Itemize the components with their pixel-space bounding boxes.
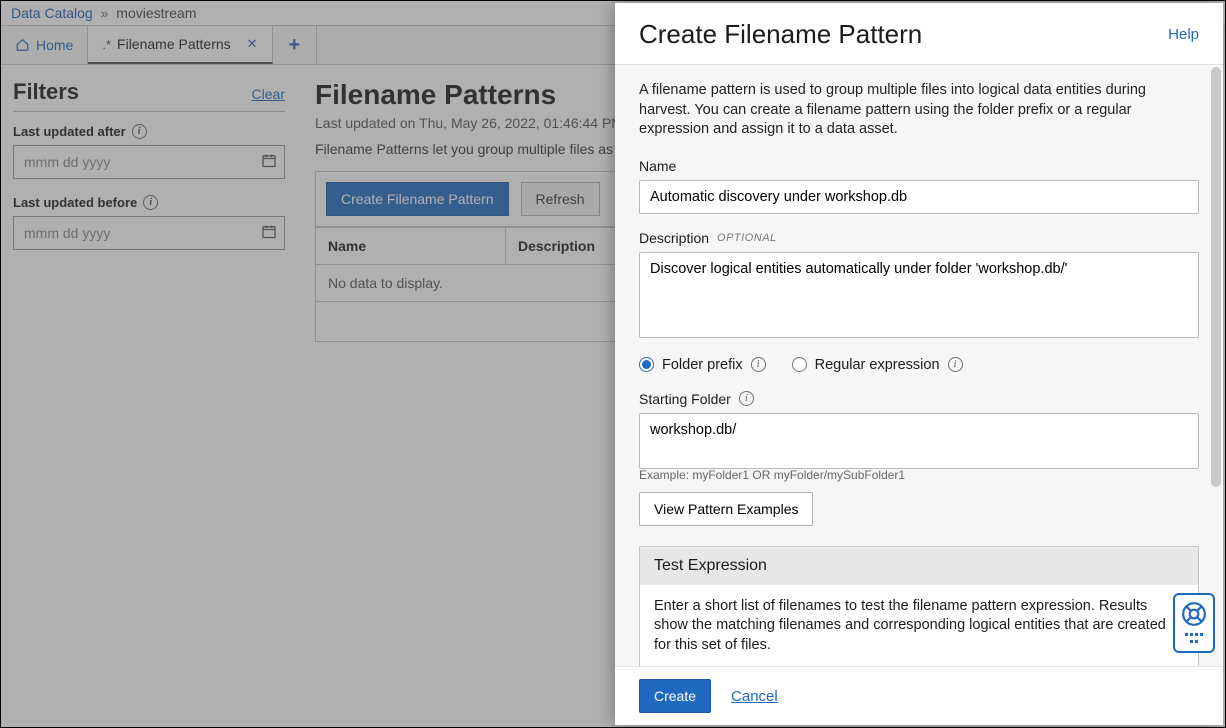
help-link[interactable]: Help	[1168, 26, 1199, 43]
floating-help-widget[interactable]	[1173, 593, 1215, 653]
radio-folder-prefix[interactable]: Folder prefix i	[639, 357, 766, 373]
name-label: Name	[639, 158, 1199, 174]
starting-folder-input[interactable]	[639, 413, 1199, 469]
create-button[interactable]: Create	[639, 679, 711, 713]
drawer-scrollbar[interactable]	[1211, 67, 1221, 487]
test-expression-title: Test Expression	[640, 547, 1198, 585]
info-icon[interactable]: i	[739, 391, 754, 406]
starting-folder-example: Example: myFolder1 OR myFolder/mySubFold…	[639, 468, 1199, 482]
info-icon[interactable]: i	[948, 357, 963, 372]
radio-folder-prefix-input[interactable]	[639, 357, 654, 372]
description-label: Description Optional	[639, 230, 1199, 246]
optional-badge: Optional	[717, 232, 777, 244]
test-expression-section: Test Expression Enter a short list of fi…	[639, 546, 1199, 666]
starting-folder-label: Starting Folder i	[639, 391, 1199, 407]
radio-regex-input[interactable]	[792, 357, 807, 372]
drawer-intro: A filename pattern is used to group mult…	[639, 81, 1199, 140]
drawer-title: Create Filename Pattern	[639, 19, 922, 50]
view-pattern-examples-button[interactable]: View Pattern Examples	[639, 492, 813, 526]
create-pattern-drawer: Create Filename Pattern Help A filename …	[615, 3, 1223, 725]
lifebuoy-icon	[1181, 601, 1207, 627]
info-icon[interactable]: i	[751, 357, 766, 372]
name-input[interactable]	[639, 180, 1199, 214]
drag-handle-icon	[1185, 633, 1203, 645]
cancel-link[interactable]: Cancel	[731, 688, 778, 705]
radio-regular-expression[interactable]: Regular expression i	[792, 357, 963, 373]
description-input[interactable]	[639, 252, 1199, 338]
test-expression-body: Enter a short list of filenames to test …	[640, 585, 1198, 666]
